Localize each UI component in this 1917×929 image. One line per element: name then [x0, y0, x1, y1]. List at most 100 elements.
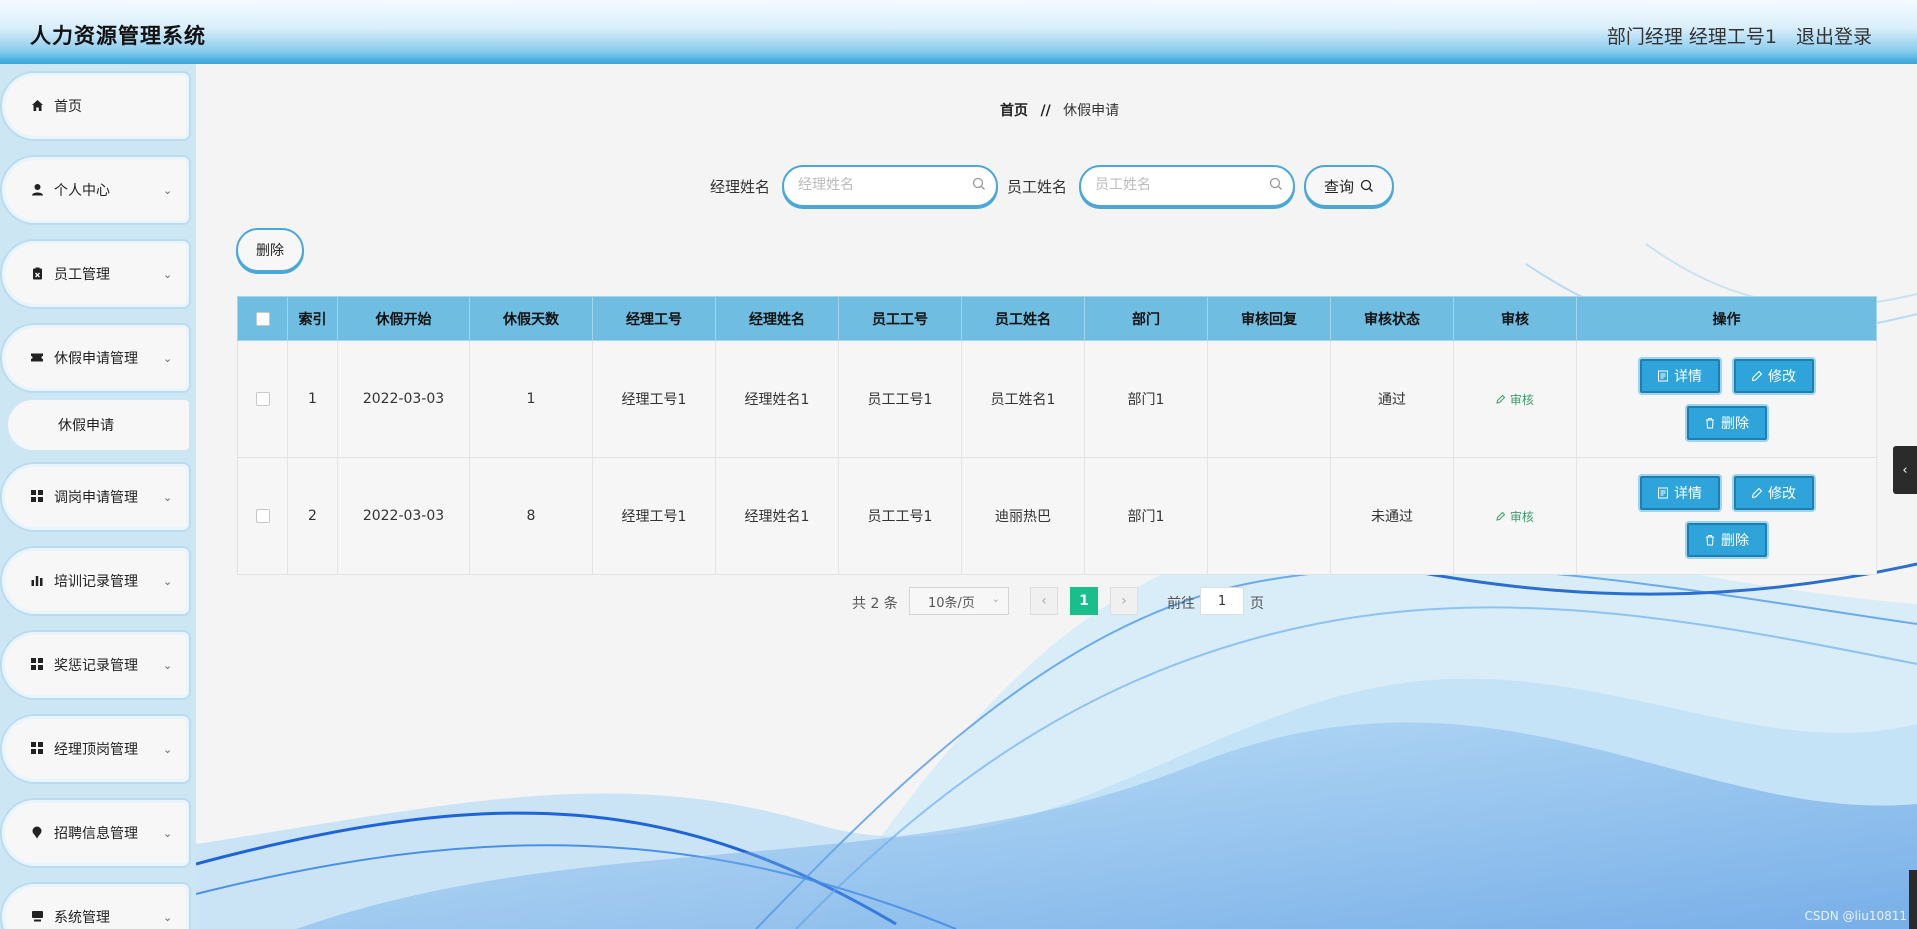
sidebar-item-home[interactable]: 首页	[2, 73, 189, 139]
edit-button[interactable]: 修改	[1733, 358, 1814, 393]
chevron-down-icon: ⌄	[163, 183, 173, 197]
select-all-checkbox[interactable]	[255, 311, 270, 326]
sidebar-item-training[interactable]: 培训记录管理 ⌄	[2, 548, 189, 614]
detail-button-label: 详情	[1674, 485, 1702, 502]
audit-link-label: 审核	[1509, 392, 1534, 407]
document-icon	[1658, 487, 1668, 498]
ticket-icon	[30, 351, 44, 365]
edit-icon	[1751, 370, 1763, 381]
edit-icon	[1496, 511, 1506, 521]
page-size-select[interactable]: 10条/页 ⌄	[909, 587, 1009, 615]
manager-name-input[interactable]	[798, 167, 968, 203]
search-icon	[1269, 177, 1282, 190]
chevron-left-icon: ‹	[1041, 593, 1047, 609]
user-icon	[30, 183, 44, 197]
sidebar-item-employees[interactable]: 员工管理 ⌄	[2, 241, 189, 307]
collapse-panel-toggle[interactable]: ‹	[1893, 446, 1917, 494]
column-header: 休假天数	[469, 296, 593, 341]
sidebar-item-label: 调岗申请管理	[54, 490, 138, 506]
page-number-current[interactable]: 1	[1070, 587, 1098, 615]
cell-audit-reply	[1207, 457, 1331, 575]
chevron-down-icon: ⌄	[991, 594, 1000, 605]
goto-suffix: 页	[1250, 596, 1264, 612]
edit-icon	[1751, 487, 1763, 498]
cell-audit: 审核	[1453, 457, 1577, 575]
detail-button[interactable]: 详情	[1639, 475, 1720, 510]
sidebar-item-label: 培训记录管理	[54, 574, 138, 590]
query-button-label: 查询	[1323, 177, 1354, 196]
audit-link[interactable]: 审核	[1496, 510, 1534, 524]
column-header: 员工工号	[838, 296, 962, 341]
select-all-cell	[237, 296, 288, 341]
column-header: 操作	[1576, 296, 1877, 341]
column-header: 经理姓名	[715, 296, 839, 341]
column-header: 索引	[287, 296, 338, 341]
sidebar-item-label: 奖惩记录管理	[54, 658, 138, 674]
edit-button[interactable]: 修改	[1733, 475, 1814, 510]
clipboard-icon	[30, 267, 44, 281]
cell-operations: 详情 修改 删除	[1576, 457, 1877, 575]
cell-index: 1	[287, 340, 338, 458]
column-header: 部门	[1084, 296, 1208, 341]
grid-icon	[30, 490, 44, 504]
bar-chart-icon	[30, 574, 44, 588]
delete-button[interactable]: 删除	[1686, 405, 1767, 440]
top-header: 人力资源管理系统 部门经理 经理工号1 退出登录	[0, 0, 1917, 64]
cell-department: 部门1	[1084, 340, 1208, 458]
logout-button[interactable]: 退出登录	[1796, 22, 1872, 49]
cell-audit: 审核	[1453, 340, 1577, 458]
batch-delete-button[interactable]: 删除	[236, 228, 304, 272]
cell-manager-name: 经理姓名1	[715, 457, 839, 575]
chevron-down-icon: ⌄	[163, 742, 173, 756]
column-header: 审核状态	[1330, 296, 1454, 341]
scroll-handle[interactable]	[1909, 870, 1917, 929]
cell-operations: 详情 修改 删除	[1576, 340, 1877, 458]
query-button[interactable]: 查询	[1304, 165, 1394, 207]
delete-button[interactable]: 删除	[1686, 522, 1767, 557]
goto-page-input[interactable]	[1200, 587, 1244, 615]
document-icon	[1658, 370, 1668, 381]
leave-table: 索引 休假开始 休假天数 经理工号 经理姓名 员工工号 员工姓名 部门 审核回复…	[237, 296, 1877, 575]
column-header: 休假开始	[337, 296, 470, 341]
app-title: 人力资源管理系统	[30, 24, 206, 48]
goto-prefix: 前往	[1167, 596, 1195, 612]
sidebar-item-recruitment[interactable]: 招聘信息管理 ⌄	[2, 800, 189, 866]
sidebar-item-system[interactable]: 系统管理 ⌄	[2, 884, 189, 929]
row-checkbox[interactable]	[255, 509, 270, 523]
sidebar-subitem-leave-request[interactable]: 休假申请	[8, 400, 189, 450]
sidebar-item-leave-management[interactable]: 休假申请管理 ⌄	[2, 325, 189, 391]
pin-icon	[30, 826, 44, 840]
detail-button[interactable]: 详情	[1639, 358, 1720, 393]
cell-days: 8	[469, 457, 593, 575]
edit-button-label: 修改	[1768, 368, 1796, 385]
home-icon	[30, 99, 44, 113]
delete-button-label: 删除	[1721, 415, 1749, 432]
breadcrumb-home[interactable]: 首页	[1000, 103, 1028, 119]
prev-page-button[interactable]: ‹	[1030, 587, 1058, 615]
cell-manager-no: 经理工号1	[592, 457, 716, 575]
next-page-button[interactable]: ›	[1110, 587, 1138, 615]
audit-link[interactable]: 审核	[1496, 393, 1534, 407]
chevron-left-icon: ‹	[1902, 462, 1908, 478]
row-checkbox[interactable]	[255, 392, 270, 406]
search-icon	[972, 177, 985, 190]
employee-name-input[interactable]	[1095, 167, 1265, 203]
chevron-down-icon: ⌄	[163, 910, 173, 924]
sidebar-item-label: 首页	[54, 99, 82, 115]
sidebar-item-transfer[interactable]: 调岗申请管理 ⌄	[2, 464, 189, 530]
cell-start: 2022-03-03	[337, 457, 470, 575]
sidebar-item-substitute[interactable]: 经理顶岗管理 ⌄	[2, 716, 189, 782]
sidebar-item-rewards[interactable]: 奖惩记录管理 ⌄	[2, 632, 189, 698]
cell-employee-no: 员工工号1	[838, 340, 962, 458]
breadcrumb-current: 休假申请	[1063, 103, 1120, 119]
trash-icon	[1706, 417, 1714, 428]
chevron-down-icon: ⌄	[163, 267, 173, 281]
sidebar-item-profile[interactable]: 个人中心 ⌄	[2, 157, 189, 223]
chevron-down-icon: ⌄	[163, 826, 173, 840]
edit-icon	[1496, 394, 1506, 404]
grid-icon	[30, 742, 44, 756]
search-icon	[1360, 179, 1373, 192]
table-row: 2 2022-03-03 8 经理工号1 经理姓名1 员工工号1 迪丽热巴 部门…	[237, 457, 1877, 575]
chevron-down-icon: ⌄	[163, 490, 173, 504]
computer-icon	[30, 910, 44, 924]
